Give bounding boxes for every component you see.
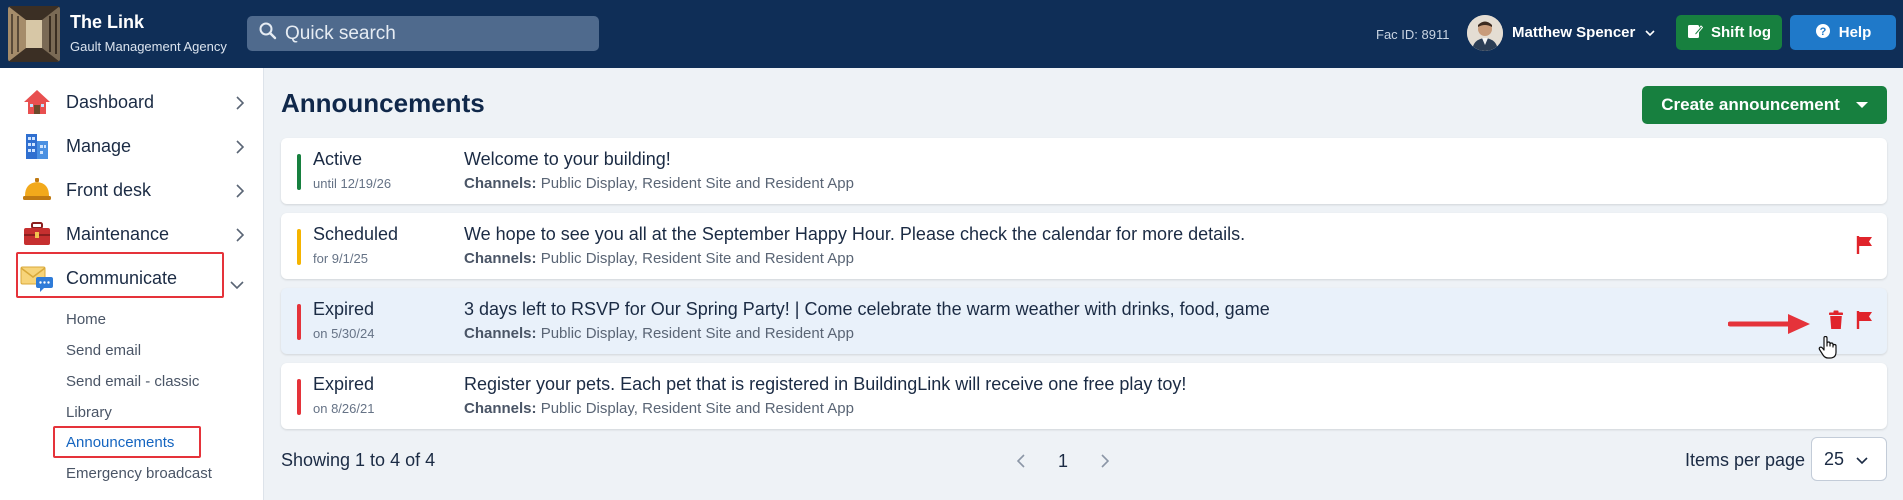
channels-value: Public Display, Resident Site and Reside… bbox=[540, 250, 854, 267]
chevron-right-icon bbox=[236, 182, 245, 203]
brand: The Link Gault Management Agency bbox=[70, 12, 227, 54]
building-icon bbox=[20, 131, 54, 161]
bell-icon bbox=[20, 175, 54, 205]
announcement-channels: Channels: Public Display, Resident Site … bbox=[464, 400, 854, 417]
create-announcement-label: Create announcement bbox=[1661, 95, 1840, 114]
status-date: on 5/30/24 bbox=[313, 326, 375, 341]
chevron-right-icon bbox=[236, 226, 245, 247]
sidebar-item-label: Manage bbox=[66, 135, 132, 156]
svg-text:?: ? bbox=[1819, 26, 1826, 38]
top-bar: The Link Gault Management Agency Quick s… bbox=[0, 0, 1903, 68]
announcement-row[interactable]: Expired on 8/26/21 Register your pets. E… bbox=[281, 363, 1887, 429]
channels-value: Public Display, Resident Site and Reside… bbox=[540, 325, 854, 342]
status-indicator-bar bbox=[297, 379, 301, 415]
status-label: Expired bbox=[313, 374, 375, 394]
announcement-row[interactable]: Expired on 5/30/24 3 days left to RSVP f… bbox=[281, 288, 1887, 354]
help-button[interactable]: ? Help bbox=[1790, 15, 1896, 50]
announcement-title[interactable]: 3 days left to RSVP for Our Spring Party… bbox=[464, 299, 1270, 320]
flag-icon[interactable] bbox=[1856, 235, 1874, 260]
app-subtitle: Gault Management Agency bbox=[70, 39, 227, 54]
trash-icon[interactable] bbox=[1828, 310, 1844, 335]
status-label: Expired bbox=[313, 299, 375, 319]
chevron-down-icon bbox=[230, 273, 244, 294]
announcement-title[interactable]: Welcome to your building! bbox=[464, 149, 671, 170]
sidebar-item-label: Maintenance bbox=[66, 223, 170, 244]
search-placeholder: Quick search bbox=[285, 22, 396, 44]
channels-value: Public Display, Resident Site and Reside… bbox=[540, 175, 854, 192]
chevron-right-icon[interactable] bbox=[1084, 448, 1126, 474]
items-per-page-value: 25 bbox=[1824, 448, 1845, 469]
chevron-down-icon bbox=[1856, 449, 1868, 470]
search-icon bbox=[259, 22, 285, 46]
announcement-row[interactable]: Active until 12/19/26 Welcome to your bu… bbox=[281, 138, 1887, 204]
sidebar-item-label: Dashboard bbox=[66, 91, 155, 112]
status-indicator-bar bbox=[297, 304, 301, 340]
chevron-right-icon bbox=[236, 138, 245, 159]
announcement-channels: Channels: Public Display, Resident Site … bbox=[464, 250, 854, 267]
sidebar-item-label: Communicate bbox=[66, 267, 178, 288]
shift-log-button[interactable]: Shift log bbox=[1676, 15, 1782, 50]
sub-item-send-email[interactable]: Send email bbox=[66, 342, 141, 359]
status-date: for 9/1/25 bbox=[313, 251, 368, 266]
status-date: on 8/26/21 bbox=[313, 401, 375, 416]
sidebar: Dashboard Manage Front desk Maintenance … bbox=[0, 68, 264, 500]
status-label: Scheduled bbox=[313, 224, 399, 244]
channels-label: Channels: bbox=[464, 175, 537, 192]
status-date: until 12/19/26 bbox=[313, 176, 392, 191]
user-menu[interactable]: Matthew Spencer bbox=[1512, 24, 1655, 41]
status-indicator-bar bbox=[297, 229, 301, 265]
chevron-left-icon[interactable] bbox=[1000, 448, 1042, 474]
question-circle-icon: ? bbox=[1815, 23, 1831, 43]
notebook-pencil-icon bbox=[1687, 23, 1704, 43]
sidebar-item-maintenance[interactable]: Maintenance bbox=[20, 214, 245, 254]
caret-down-icon bbox=[1855, 102, 1868, 108]
sub-item-emergency-broadcast[interactable]: Emergency broadcast bbox=[66, 465, 212, 482]
channels-value: Public Display, Resident Site and Reside… bbox=[540, 400, 854, 417]
sidebar-item-label: Front desk bbox=[66, 179, 152, 200]
announcement-row[interactable]: Scheduled for 9/1/25 We hope to see you … bbox=[281, 213, 1887, 279]
items-per-page-label: Items per page bbox=[1685, 450, 1806, 470]
sidebar-item-communicate[interactable]: Communicate bbox=[20, 258, 244, 298]
main-content: Announcements Create announcement Active… bbox=[265, 68, 1903, 500]
pagination-summary: Showing 1 to 4 of 4 bbox=[281, 450, 436, 470]
channels-label: Channels: bbox=[464, 250, 537, 267]
flag-icon[interactable] bbox=[1856, 310, 1874, 335]
toolbox-icon bbox=[20, 219, 54, 249]
page-number[interactable]: 1 bbox=[1042, 451, 1084, 472]
sub-item-home[interactable]: Home bbox=[66, 311, 106, 328]
status-label: Active bbox=[313, 149, 363, 169]
announcement-title[interactable]: We hope to see you all at the September … bbox=[464, 224, 1245, 245]
help-label: Help bbox=[1838, 24, 1872, 41]
sub-item-send-email-classic[interactable]: Send email - classic bbox=[66, 373, 199, 390]
chevron-down-icon bbox=[1645, 24, 1655, 41]
items-per-page-select[interactable]: 25 bbox=[1811, 437, 1887, 481]
sidebar-item-front-desk[interactable]: Front desk bbox=[20, 170, 245, 210]
quick-search-input[interactable]: Quick search bbox=[247, 16, 599, 51]
sidebar-item-dashboard[interactable]: Dashboard bbox=[20, 82, 245, 122]
red-arrow-annotation bbox=[1727, 314, 1812, 339]
announcement-channels: Channels: Public Display, Resident Site … bbox=[464, 175, 854, 192]
shift-log-label: Shift log bbox=[1711, 24, 1771, 41]
facility-id: Fac ID: 8911 bbox=[1376, 27, 1450, 42]
user-name: Matthew Spencer bbox=[1512, 24, 1636, 41]
announcement-channels: Channels: Public Display, Resident Site … bbox=[464, 325, 854, 342]
page-title: Announcements bbox=[281, 88, 485, 118]
channels-label: Channels: bbox=[464, 400, 537, 417]
status-indicator-bar bbox=[297, 154, 301, 190]
sub-item-announcements[interactable]: Announcements bbox=[66, 434, 174, 451]
app-title: The Link bbox=[70, 12, 145, 32]
avatar[interactable] bbox=[1467, 15, 1503, 51]
chevron-right-icon bbox=[236, 94, 245, 115]
envelope-chat-icon bbox=[20, 263, 54, 293]
announcement-title[interactable]: Register your pets. Each pet that is reg… bbox=[464, 374, 1186, 395]
channels-label: Channels: bbox=[464, 325, 537, 342]
hand-cursor-icon bbox=[1818, 335, 1838, 365]
sub-item-library[interactable]: Library bbox=[66, 404, 112, 421]
sidebar-item-manage[interactable]: Manage bbox=[20, 126, 245, 166]
house-icon bbox=[20, 87, 54, 117]
create-announcement-button[interactable]: Create announcement bbox=[1642, 86, 1887, 124]
pagination: 1 bbox=[1000, 448, 1126, 474]
building-logo[interactable] bbox=[8, 6, 60, 62]
